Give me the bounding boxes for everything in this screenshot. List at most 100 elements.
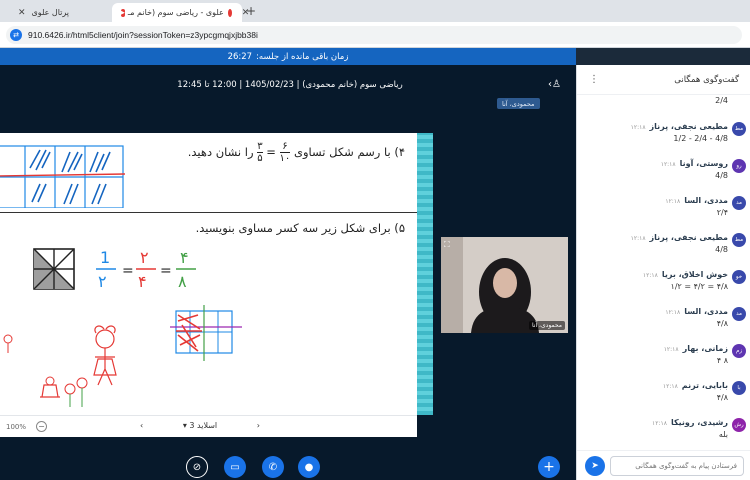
message-time: ۱۲:۱۸: [662, 383, 678, 390]
avatar[interactable]: مط: [732, 122, 746, 136]
mute-button[interactable]: ●: [298, 456, 320, 478]
svg-text:۸: ۸: [178, 272, 187, 291]
frac-den: ۵: [257, 152, 263, 164]
chat-fragment: 2/4: [715, 96, 728, 105]
camera-button[interactable]: ▭: [224, 456, 246, 478]
chat-message-sender: بابایی، ترنم۱۲:۱۸: [663, 381, 728, 390]
slide-edge-decoration: [417, 133, 433, 415]
youtube-icon: ▶: [121, 8, 125, 17]
blue-grid-drawing: [0, 145, 126, 208]
slide-selector[interactable]: اسلاید 3 ▾: [183, 421, 217, 430]
chat-message-text: ۴/۸: [716, 319, 728, 328]
prev-slide-button[interactable]: ‹: [140, 421, 143, 430]
chat-message-text: 4/8 - 2/4 - 1/2: [673, 134, 728, 143]
chat-message-input[interactable]: [610, 456, 744, 476]
recording-icon: [227, 8, 232, 17]
screen-share-button[interactable]: ⊘: [186, 456, 208, 478]
whiteboard-slide[interactable]: ۴) با رسم شکل تساوی ۶ ۱۰ = ۳ ۵ را نشان د…: [0, 133, 417, 415]
chat-options-icon[interactable]: ⋮: [589, 74, 599, 85]
handwritten-fractions: 1 ۲ = ۲ ۴ = ۴ ۸: [96, 248, 196, 291]
url-field[interactable]: ⇄ 910.6426.ir/html5client/join?sessionTo…: [6, 26, 742, 44]
message-time: ۱۲:۱۸: [665, 309, 681, 316]
avatar[interactable]: مط: [732, 233, 746, 247]
chat-message-text: ۲/۴: [716, 208, 728, 217]
tab-portal[interactable]: ✕ پرتال علوی: [6, 3, 124, 22]
site-info-icon[interactable]: ⇄: [10, 29, 22, 41]
media-action-bar: ⊘ ▭ ✆ ● +: [0, 452, 576, 480]
avatar[interactable]: رش: [732, 418, 746, 432]
chat-message-sender: مطیعی نجفی، پرناز۱۲:۱۸: [631, 122, 728, 131]
sender-name: زمانی، بهار: [682, 344, 728, 353]
chat-message-text: 4/8: [715, 171, 728, 180]
close-tab-icon[interactable]: ✕: [18, 8, 26, 18]
sender-name: رشیدی، رونیکا: [670, 418, 728, 427]
expand-icon[interactable]: ⛶: [444, 240, 450, 250]
chat-message-text: ۸ ۴: [716, 356, 728, 365]
question-5: ۵) برای شکل زیر سه کسر مساوی بنویسید.: [195, 221, 405, 235]
frac-den: ۱۰: [279, 152, 291, 164]
message-time: ۱۲:۱۸: [663, 346, 679, 353]
frac-num: ۶: [282, 141, 288, 152]
send-message-button[interactable]: ➤: [585, 456, 605, 476]
message-time: ۱۲:۱۸: [665, 198, 681, 205]
section-divider: [0, 212, 417, 213]
chevron-down-icon: ▾: [182, 421, 187, 430]
users-toggle-icon[interactable]: ‹♙: [548, 79, 561, 90]
zoom-out-button[interactable]: −: [36, 421, 47, 432]
phone-icon: ✆: [268, 461, 278, 473]
chat-message-sender: مددی، السا۱۲:۱۸: [665, 307, 728, 316]
svg-text:=: =: [122, 263, 134, 279]
address-bar: ⇄ 910.6426.ir/html5client/join?sessionTo…: [0, 22, 750, 48]
chat-input-row: ➤: [577, 450, 750, 480]
new-tab-button[interactable]: +: [246, 4, 256, 18]
message-time: ۱۲:۱۸: [630, 235, 646, 242]
next-slide-button[interactable]: ›: [257, 421, 260, 430]
chat-title: گفت‌وگوی همگانی: [674, 75, 739, 85]
actions-plus-button[interactable]: +: [538, 456, 560, 478]
tab-class[interactable]: ▶ علوی - ریاضی سوم (خانم مـ ✕: [112, 3, 249, 22]
sender-name: خوش اخلاق، بریا: [661, 270, 728, 279]
app-root: ✕ پرتال علوی ▶ علوی - ریاضی سوم (خانم مـ…: [0, 0, 750, 480]
timer-label: زمان باقی مانده از جلسه:: [256, 51, 349, 62]
avatar[interactable]: زم: [732, 344, 746, 358]
chat-message-sender: مطیعی نجفی، پرناز۱۲:۱۸: [631, 233, 728, 242]
tab-label: پرتال علوی: [31, 8, 70, 17]
tab-label: علوی - ریاضی سوم (خانم مـ: [127, 8, 224, 17]
sender-name: مطیعی نجفی، پرناز: [649, 233, 728, 242]
message-time: ۱۲:۱۸: [652, 420, 667, 427]
svg-text:۲: ۲: [98, 272, 107, 291]
chat-message-text: ۴/۸: [716, 393, 728, 402]
session-timer-bar: زمان باقی مانده از جلسه: 26:27: [0, 48, 576, 65]
sender-name: مطیعی نجفی، پرناز: [649, 122, 728, 131]
shaded-grid-figure: [170, 305, 242, 361]
slide-navigation: ‹ اسلاید 3 ▾ ›: [140, 421, 260, 430]
camera-icon: ▭: [230, 461, 240, 473]
chat-header: گفت‌وگوی همگانی ⋮: [577, 65, 750, 95]
sender-name: بابایی، ترنم: [681, 381, 728, 390]
octant-square-figure: [33, 248, 75, 290]
chat-message-sender: مددی، السا۱۲:۱۸: [665, 196, 728, 205]
message-time: ۱۲:۱۸: [642, 272, 658, 279]
sender-name: مددی، السا: [684, 307, 728, 316]
slide-selector-label: اسلاید 3: [189, 421, 218, 430]
avatar[interactable]: رو: [732, 159, 746, 173]
audio-leave-button[interactable]: ✆: [262, 456, 284, 478]
webcam-user-label: محمودی، آنا: [528, 321, 565, 330]
webcam-video[interactable]: ⛶ محمودی، آنا: [441, 237, 568, 333]
doodle-drawings: [3, 325, 117, 407]
avatar[interactable]: مد: [732, 196, 746, 210]
avatar[interactable]: مد: [732, 307, 746, 321]
chat-message-sender: روستی، آونا۱۲:۱۸: [661, 159, 728, 168]
message-time: ۱۲:۱۸: [660, 161, 676, 168]
microphone-icon: ●: [304, 461, 314, 473]
sender-name: مددی، السا: [684, 196, 728, 205]
svg-text:۲: ۲: [140, 248, 149, 267]
fraction-3-5: ۳ ۵: [257, 141, 263, 164]
svg-text:۴: ۴: [138, 272, 147, 291]
chat-message-text: بله: [718, 430, 728, 439]
avatar[interactable]: خو: [732, 270, 746, 284]
webcam-person-image: [441, 237, 568, 333]
fraction-6-10: ۶ ۱۰: [279, 141, 291, 164]
screen-share-off-icon: ⊘: [192, 461, 202, 473]
avatar[interactable]: با: [732, 381, 746, 395]
